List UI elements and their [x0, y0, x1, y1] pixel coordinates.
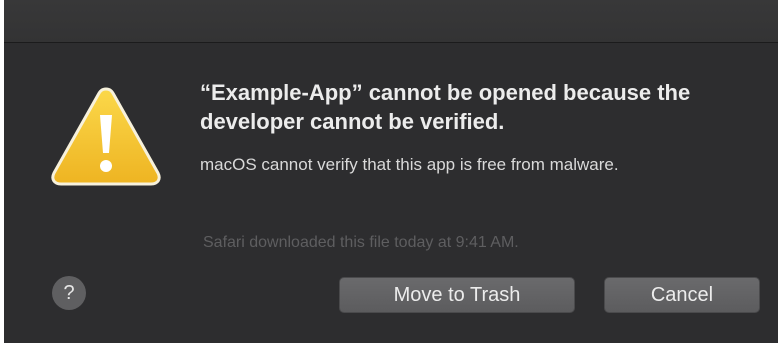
- title-bar[interactable]: [4, 0, 778, 43]
- help-button[interactable]: ?: [52, 276, 86, 310]
- warning-icon: [50, 85, 162, 187]
- download-info-text: Safari downloaded this file today at 9:4…: [203, 234, 519, 251]
- gatekeeper-dialog-window: “Example-App” cannot be opened because t…: [4, 0, 778, 343]
- dialog-title: “Example-App” cannot be opened because t…: [200, 80, 691, 134]
- move-to-trash-button[interactable]: Move to Trash: [339, 277, 575, 313]
- cancel-button[interactable]: Cancel: [604, 277, 760, 313]
- dialog-message: macOS cannot verify that this app is fre…: [200, 155, 619, 174]
